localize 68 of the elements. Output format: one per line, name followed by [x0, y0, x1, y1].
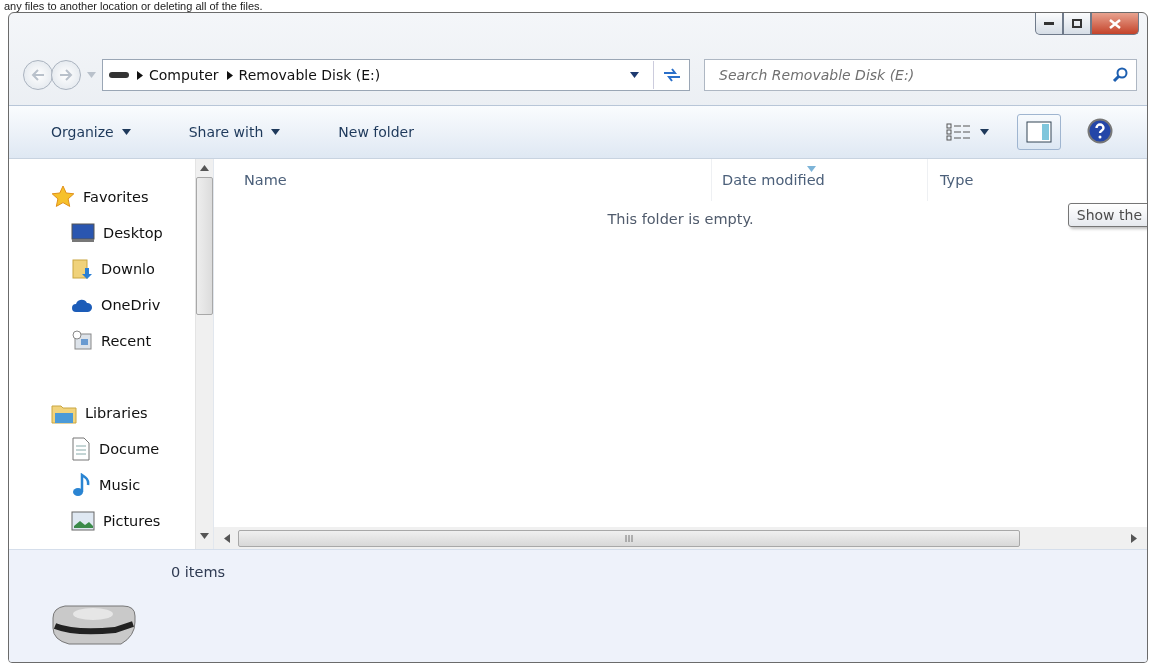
scroll-left-icon — [224, 533, 230, 543]
toolbar-button[interactable]: Organize — [49, 120, 133, 144]
empty-folder-message: This folder is empty. — [607, 211, 754, 227]
sidebar-item[interactable]: Pictures — [53, 503, 195, 539]
caret-icon — [121, 129, 131, 135]
breadcrumb-arrow-icon — [137, 70, 143, 80]
details-view-icon — [946, 123, 972, 141]
favorites-item[interactable]: Favorites — [51, 179, 195, 215]
monitor-icon — [71, 223, 95, 243]
music-note-icon — [71, 473, 91, 497]
caret-icon — [271, 129, 281, 135]
star-icon — [51, 185, 75, 209]
address-dropdown-icon — [630, 72, 639, 78]
scrollbar-thumb[interactable] — [238, 529, 1020, 547]
sidebar-item[interactable]: Recent — [53, 323, 195, 359]
breadcrumb-item[interactable]: Removable Disk (E:) — [238, 67, 381, 83]
breadcrumb-item[interactable]: Computer — [149, 67, 219, 83]
document-icon — [71, 437, 91, 461]
tooltip: Show the — [1067, 203, 1147, 227]
history-caret-icon — [87, 72, 96, 78]
refresh-arrows-icon — [662, 67, 681, 83]
cloud-icon — [71, 298, 93, 312]
preview-pane-icon — [1026, 121, 1052, 143]
picture-icon — [71, 511, 95, 531]
sidebar-item[interactable]: Desktop — [53, 215, 195, 251]
search-box[interactable]: Search Removable Disk (E:) — [704, 59, 1137, 91]
drive-icon — [109, 71, 129, 79]
scroll-up-icon — [200, 165, 209, 171]
recent-places-icon — [71, 330, 93, 352]
sort-indicator-icon — [807, 166, 816, 172]
folder-download-icon — [71, 258, 93, 280]
breadcrumb-arrow-icon — [226, 70, 233, 80]
help-icon — [1087, 117, 1113, 144]
sidebar-item[interactable]: OneDriv — [53, 287, 195, 323]
caption-text: any files to another location or deleting all of the files. — [3, 0, 264, 12]
horizontal-scrollbar[interactable] — [214, 527, 1147, 549]
toolbar-button[interactable]: New folder — [336, 120, 416, 144]
forward-button[interactable] — [51, 60, 81, 90]
forward-arrow-icon — [59, 69, 73, 81]
address-bar[interactable]: Computer Removable Disk (E:) — [102, 59, 690, 91]
column-header[interactable]: Date modified — [712, 159, 928, 201]
maximize-icon — [1072, 19, 1082, 28]
search-icon — [1112, 67, 1128, 83]
scrollbar-thumb[interactable] — [196, 177, 213, 315]
preview-pane-button[interactable] — [1017, 114, 1061, 150]
close-icon — [1109, 18, 1121, 29]
back-button[interactable] — [23, 60, 53, 90]
back-arrow-icon — [31, 69, 45, 81]
search-field[interactable]: Search Removable Disk (E:) — [717, 61, 1112, 89]
caret-icon — [980, 129, 989, 135]
library-folder-icon — [51, 402, 77, 424]
scroll-right-icon — [1131, 533, 1137, 543]
sidebar-item[interactable]: Docume — [53, 431, 195, 467]
removable-drive-icon — [49, 602, 139, 646]
vertical-scrollbar[interactable] — [195, 159, 213, 549]
sidebar-item[interactable]: Music — [53, 467, 195, 503]
column-header[interactable]: Name — [214, 159, 712, 201]
maximize-button[interactable] — [1063, 13, 1091, 35]
libraries-item[interactable]: Libraries — [51, 395, 195, 431]
sidebar-item[interactable]: Downlo — [53, 251, 195, 287]
minimize-icon — [1044, 21, 1054, 26]
close-button[interactable] — [1091, 13, 1139, 35]
column-header[interactable]: Type — [928, 159, 1147, 201]
scroll-down-icon — [200, 533, 209, 539]
item-count: 0 items — [170, 563, 227, 582]
toolbar-button[interactable]: Share with — [186, 120, 283, 144]
grip-icon — [625, 534, 633, 542]
minimize-button[interactable] — [1035, 13, 1063, 35]
